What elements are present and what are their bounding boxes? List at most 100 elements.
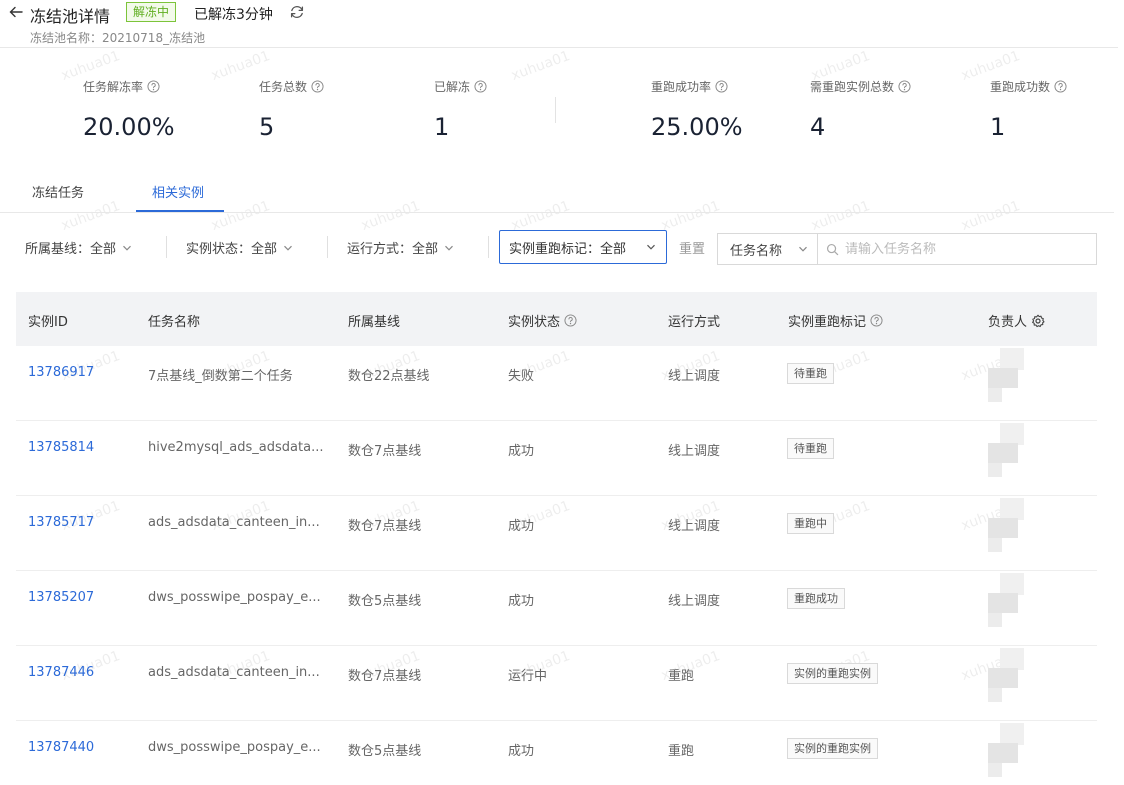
gear-icon[interactable] bbox=[1031, 314, 1045, 328]
task-name-cell: dws_posswipe_pospay_e... bbox=[148, 590, 321, 605]
help-icon[interactable] bbox=[564, 314, 577, 327]
elapsed-time-text: 已解冻3分钟 bbox=[194, 7, 273, 23]
tab-related-instances[interactable]: 相关实例 bbox=[152, 182, 204, 201]
column-header-instance-id: 实例ID bbox=[28, 311, 68, 330]
instance-id-link[interactable]: 13786917 bbox=[28, 365, 94, 380]
stat-value: 4 bbox=[810, 113, 826, 141]
instance-id-link[interactable]: 13785814 bbox=[28, 440, 94, 455]
task-name-cell: hive2mysql_ads_adsdata... bbox=[148, 440, 324, 455]
stat-label: 任务总数 bbox=[259, 80, 308, 94]
tab-active-indicator bbox=[136, 210, 224, 212]
rerun-mark-tag: 实例的重跑实例 bbox=[787, 738, 878, 759]
column-header-run-mode: 运行方式 bbox=[668, 311, 720, 330]
run-mode-cell: 重跑 bbox=[668, 669, 695, 684]
run-mode-cell: 线上调度 bbox=[668, 369, 721, 384]
instance-id-link[interactable]: 13785207 bbox=[28, 590, 94, 605]
stat-rerun-success-rate: 重跑成功率 25.00% bbox=[651, 78, 743, 141]
column-header-label: 实例状态 bbox=[508, 315, 561, 330]
filter-divider bbox=[488, 236, 489, 258]
stat-task-total: 任务总数 5 bbox=[259, 78, 324, 141]
filter-divider bbox=[166, 236, 167, 258]
help-icon[interactable] bbox=[898, 80, 911, 93]
stat-value: 5 bbox=[259, 113, 275, 141]
help-icon[interactable] bbox=[147, 80, 160, 93]
stat-value: 1 bbox=[434, 113, 450, 141]
filter-rerun-mark[interactable]: 实例重跑标记：全部 bbox=[499, 230, 667, 264]
column-header-label: 负责人 bbox=[988, 315, 1028, 330]
chevron-down-icon bbox=[123, 245, 131, 251]
owner-avatar bbox=[988, 571, 1024, 637]
status-cell: 成功 bbox=[508, 519, 535, 534]
stat-thawed: 已解冻 1 bbox=[434, 78, 487, 141]
filter-baseline-label: 所属基线：全部 bbox=[25, 242, 117, 257]
search-box bbox=[817, 233, 1097, 265]
run-mode-cell: 线上调度 bbox=[668, 594, 721, 609]
stat-label: 任务解冻率 bbox=[83, 80, 144, 94]
instance-id-link[interactable]: 13785717 bbox=[28, 515, 94, 530]
tab-bar: 冻结任务 相关实例 bbox=[0, 170, 1114, 213]
help-icon[interactable] bbox=[474, 80, 487, 93]
rerun-mark-tag: 待重跑 bbox=[787, 438, 834, 459]
search-field-select[interactable]: 任务名称 bbox=[717, 233, 817, 265]
run-mode-cell: 线上调度 bbox=[668, 519, 721, 534]
column-header-label: 实例重跑标记 bbox=[788, 315, 867, 330]
stat-label: 重跑成功数 bbox=[990, 80, 1051, 94]
column-header-label: 所属基线 bbox=[348, 315, 401, 330]
instance-table: 实例ID 任务名称 所属基线 实例状态 运行方式 实例重跑标记 负责人 1378… bbox=[16, 292, 1097, 785]
column-header-rerun-mark: 实例重跑标记 bbox=[788, 311, 883, 330]
watermark: xuhua01 bbox=[509, 47, 573, 85]
help-icon[interactable] bbox=[1054, 80, 1067, 93]
run-mode-cell: 重跑 bbox=[668, 744, 695, 759]
refresh-icon[interactable] bbox=[289, 4, 305, 20]
baseline-cell: 数仓5点基线 bbox=[348, 594, 422, 609]
owner-avatar bbox=[988, 496, 1024, 562]
column-header-task-name: 任务名称 bbox=[148, 311, 200, 330]
stat-value: 1 bbox=[990, 113, 1006, 141]
filter-divider bbox=[327, 236, 328, 258]
table-header: 实例ID 任务名称 所属基线 实例状态 运行方式 实例重跑标记 负责人 bbox=[16, 292, 1097, 346]
instance-id-link[interactable]: 13787446 bbox=[28, 665, 94, 680]
table-row: 13787446 ads_adsdata_canteen_in... 数仓7点基… bbox=[16, 646, 1097, 721]
filter-rerun-mark-label: 实例重跑标记：全部 bbox=[509, 241, 627, 257]
task-name-cell: 7点基线_倒数第二个任务 bbox=[148, 369, 293, 384]
stats-divider bbox=[555, 97, 556, 123]
instance-id-link[interactable]: 13787440 bbox=[28, 740, 94, 755]
baseline-cell: 数仓5点基线 bbox=[348, 744, 422, 759]
chevron-down-icon bbox=[284, 245, 292, 251]
page-title: 冻结池详情 bbox=[30, 7, 111, 26]
help-icon[interactable] bbox=[311, 80, 324, 93]
rerun-mark-tag: 重跑成功 bbox=[787, 588, 845, 609]
stat-rerun-instance-total: 需重跑实例总数 4 bbox=[810, 78, 911, 141]
help-icon[interactable] bbox=[870, 314, 883, 327]
table-row: 13785207 dws_posswipe_pospay_e... 数仓5点基线… bbox=[16, 571, 1097, 646]
rerun-mark-tag: 待重跑 bbox=[787, 363, 834, 384]
filter-instance-status[interactable]: 实例状态：全部 bbox=[186, 238, 293, 257]
task-name-cell: ads_adsdata_canteen_in... bbox=[148, 515, 320, 530]
stat-value: 20.00% bbox=[83, 113, 175, 141]
status-cell: 运行中 bbox=[508, 669, 548, 684]
stat-task-thaw-rate: 任务解冻率 20.00% bbox=[83, 78, 175, 141]
stat-label: 需重跑实例总数 bbox=[810, 80, 895, 94]
filter-baseline[interactable]: 所属基线：全部 bbox=[25, 238, 132, 257]
status-badge: 解冻中 bbox=[126, 2, 177, 22]
arrow-left-icon[interactable] bbox=[8, 4, 24, 20]
reset-button[interactable]: 重置 bbox=[679, 238, 705, 257]
owner-avatar bbox=[988, 646, 1024, 712]
stat-value: 25.00% bbox=[651, 113, 743, 141]
column-header-owner: 负责人 bbox=[988, 311, 1045, 330]
baseline-cell: 数仓7点基线 bbox=[348, 519, 422, 534]
search-icon bbox=[826, 243, 839, 255]
baseline-cell: 数仓7点基线 bbox=[348, 444, 422, 459]
table-row: 13787440 dws_posswipe_pospay_e... 数仓5点基线… bbox=[16, 721, 1097, 785]
search-field-label: 任务名称 bbox=[730, 243, 783, 259]
filter-run-mode-label: 运行方式：全部 bbox=[347, 242, 439, 257]
table-row: 13785717 ads_adsdata_canteen_in... 数仓7点基… bbox=[16, 496, 1097, 571]
status-cell: 成功 bbox=[508, 744, 535, 759]
filter-run-mode[interactable]: 运行方式：全部 bbox=[347, 238, 454, 257]
tab-frozen-tasks[interactable]: 冻结任务 bbox=[32, 182, 84, 201]
search-input[interactable] bbox=[845, 241, 1085, 257]
stat-rerun-success-count: 重跑成功数 1 bbox=[990, 78, 1067, 141]
chevron-down-icon bbox=[799, 246, 807, 252]
help-icon[interactable] bbox=[715, 80, 728, 93]
filter-instance-status-label: 实例状态：全部 bbox=[186, 242, 278, 257]
